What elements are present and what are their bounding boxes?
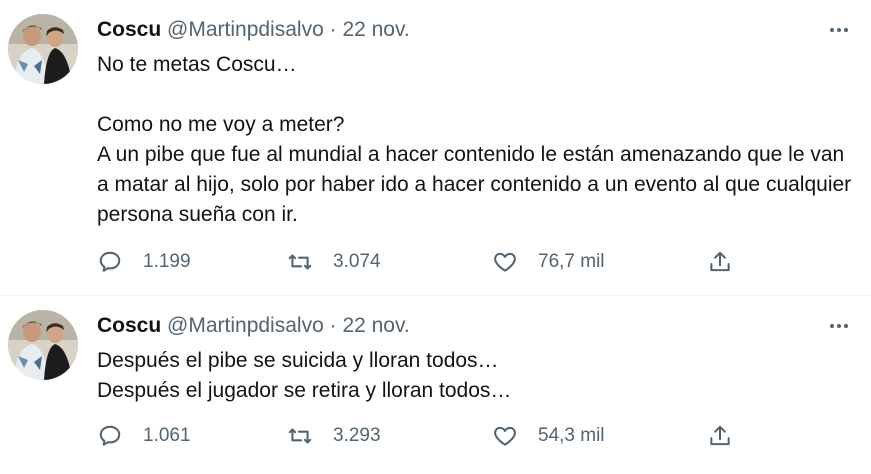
reply-count: 1.199 <box>143 251 191 272</box>
reply-count: 1.061 <box>143 425 191 446</box>
retweet-arrows-icon <box>288 254 312 270</box>
author-name[interactable]: Coscu <box>97 18 161 41</box>
separator-dot: · <box>329 18 337 41</box>
tweet[interactable]: Coscu @Martinpdisalvo · 22 nov. Después … <box>0 296 871 474</box>
tweet-header: Coscu @Martinpdisalvo · 22 nov. <box>97 16 410 44</box>
avatar[interactable] <box>8 310 78 380</box>
like-count: 54,3 mil <box>538 425 605 446</box>
like-button[interactable]: 54,3 mil <box>492 421 605 451</box>
more-options-button[interactable] <box>825 312 853 340</box>
reply-button[interactable]: 1.061 <box>97 421 191 451</box>
like-button[interactable]: 76,7 mil <box>492 247 605 277</box>
avatar[interactable] <box>8 14 78 84</box>
share-button[interactable] <box>707 421 733 451</box>
speech-bubble-icon <box>99 425 121 446</box>
share-button[interactable] <box>707 247 733 277</box>
share-upload-icon <box>710 425 730 446</box>
heart-icon <box>494 252 516 272</box>
share-upload-icon <box>710 251 730 272</box>
like-count: 76,7 mil <box>538 251 605 272</box>
retweet-button[interactable]: 3.293 <box>287 421 381 451</box>
tweet-date[interactable]: 22 nov. <box>342 18 409 41</box>
tweet-actions: 1.061 3.293 54,3 mil <box>97 421 857 451</box>
heart-icon <box>494 426 516 446</box>
tweet-actions: 1.199 3.074 76,7 mil <box>97 247 857 277</box>
retweet-button[interactable]: 3.074 <box>287 247 381 277</box>
more-horizontal-icon <box>830 28 834 32</box>
author-handle[interactable]: @Martinpdisalvo <box>167 314 324 337</box>
tweet-text: Después el pibe se suicida y lloran todo… <box>97 349 512 402</box>
more-horizontal-icon <box>830 324 834 328</box>
reply-button[interactable]: 1.199 <box>97 247 191 277</box>
retweet-arrows-icon <box>288 428 312 444</box>
author-handle[interactable]: @Martinpdisalvo <box>167 18 324 41</box>
tweet-text: No te metas Coscu… Como no me voy a mete… <box>97 53 852 226</box>
tweet-header: Coscu @Martinpdisalvo · 22 nov. <box>97 312 410 340</box>
tweet[interactable]: Coscu @Martinpdisalvo · 22 nov. No te me… <box>0 0 871 296</box>
retweet-count: 3.074 <box>333 251 381 272</box>
author-name[interactable]: Coscu <box>97 314 161 337</box>
more-options-button[interactable] <box>825 16 853 44</box>
retweet-count: 3.293 <box>333 425 381 446</box>
separator-dot: · <box>329 314 337 337</box>
speech-bubble-icon <box>99 251 121 272</box>
tweet-date[interactable]: 22 nov. <box>342 314 409 337</box>
